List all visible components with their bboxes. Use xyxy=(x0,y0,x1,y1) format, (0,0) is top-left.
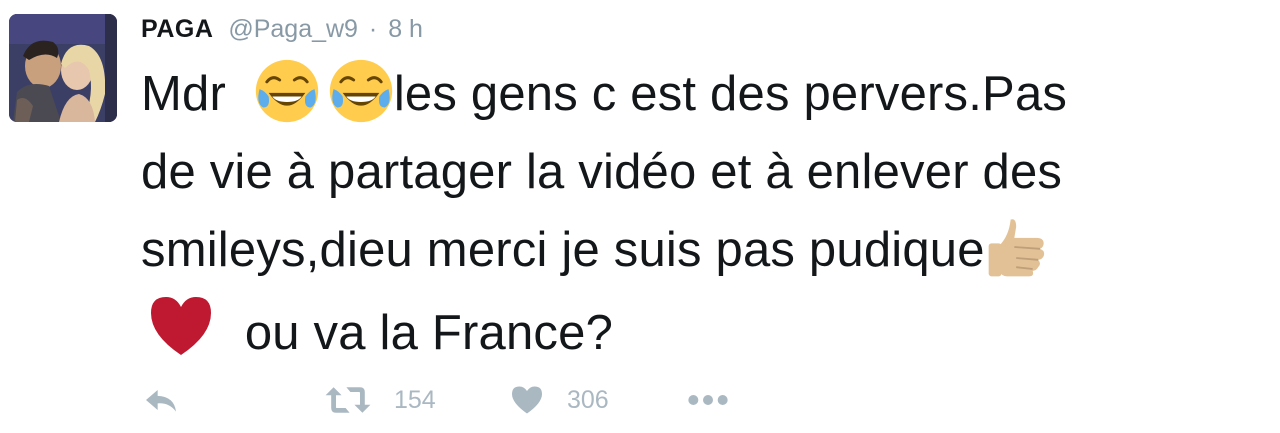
tweet-timestamp[interactable]: 8 h xyxy=(388,15,423,43)
reply-icon xyxy=(146,390,176,412)
tweet-header: PAGA @Paga_w9 · 8 h xyxy=(141,14,423,44)
tweet-text-line-3: smileys,dieu merci je suis pas pudique xyxy=(141,211,1271,289)
tweet-text: Mdr les gens c est des pervers.Pas de vi… xyxy=(141,55,1271,367)
reply-button[interactable] xyxy=(141,380,181,420)
more-dots-icon xyxy=(688,395,728,405)
red-heart-icon xyxy=(145,289,217,361)
like-button[interactable]: 306 xyxy=(509,380,609,420)
thumbs-up-icon xyxy=(985,214,1051,280)
avatar[interactable] xyxy=(9,14,117,122)
tweet-text-segment: smileys,dieu merci je suis pas pudique xyxy=(141,223,985,277)
face-with-tears-of-joy-icon xyxy=(328,58,394,124)
avatar-photo-icon xyxy=(9,14,117,122)
retweet-button[interactable]: 154 xyxy=(324,380,436,420)
tweet-text-line-2: de vie à partager la vidéo et à enlever … xyxy=(141,145,1063,199)
tweet-text-segment: Mdr xyxy=(141,67,226,121)
header-separator: · xyxy=(368,15,378,43)
tweet-text-line-1: Mdr les gens c est des pervers.Pas xyxy=(141,55,1271,133)
tweet-text-segment: les gens c est des pervers.Pas xyxy=(393,67,1068,121)
more-options-button[interactable] xyxy=(686,380,730,420)
tweet-card: PAGA @Paga_w9 · 8 h Mdr les gens c est d… xyxy=(0,0,1280,433)
like-count: 306 xyxy=(567,386,609,414)
display-name[interactable]: PAGA xyxy=(141,15,213,43)
tweet-text-line-4: ou va la France? xyxy=(141,289,1271,367)
user-handle[interactable]: @Paga_w9 xyxy=(228,15,358,43)
heart-icon xyxy=(512,386,542,414)
retweet-icon xyxy=(325,387,371,413)
retweet-count: 154 xyxy=(394,386,436,414)
tweet-actions: 154 306 xyxy=(141,380,841,420)
face-with-tears-of-joy-icon xyxy=(254,58,320,124)
tweet-text-segment: ou va la France? xyxy=(244,306,614,360)
